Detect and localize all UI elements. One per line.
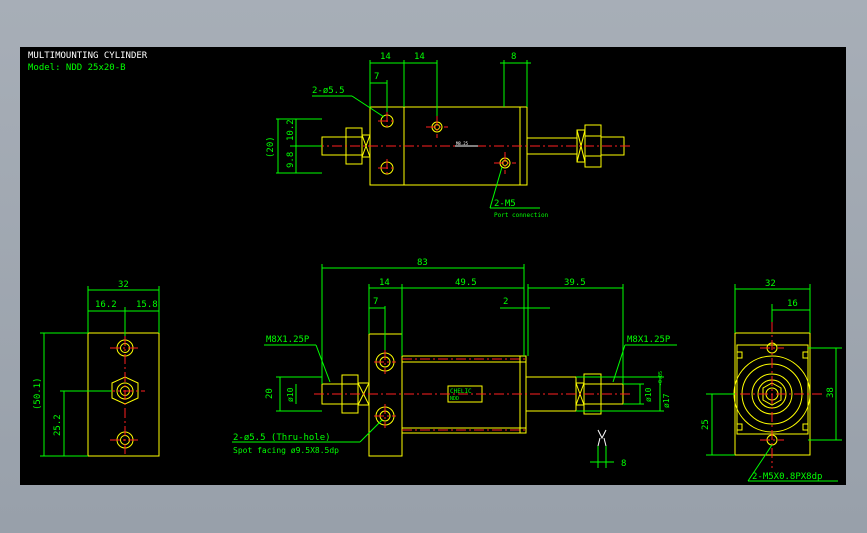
cad-canvas: MULTIMOUNTING CYLINDER Model: NDD 25x20-… [20, 47, 846, 485]
front-dim-14: 14 [379, 278, 390, 288]
front-spot-label: Spot facing ø9.5X8.5dp [233, 446, 339, 455]
front-dim-17-tol: -0.05 [658, 371, 664, 386]
side-dim-25-2: 25.2 [53, 414, 63, 436]
front-dim-49-5: 49.5 [455, 278, 477, 288]
top-ports-label: 2-M5 [494, 199, 516, 209]
front-dim-7: 7 [373, 297, 378, 307]
side-dim-50-1: (50.1) [33, 377, 43, 410]
top-dim-14b: 14 [414, 52, 425, 62]
front-view: CHELIC NDD 83 14 49.5 39.5 7 2 20 ø10 ø1… [232, 258, 677, 469]
end-taps-label: 2-M5X0.8PX8dp [752, 472, 822, 482]
side-dim-32: 32 [118, 280, 129, 290]
top-dim-20: (20) [266, 136, 276, 158]
top-tiny-label: M8.25 [456, 141, 469, 146]
top-holes-label: 2-ø5.5 [312, 86, 345, 96]
top-view: M8.25 14 14 8 7 (20) 10.2 9.8 2-ø5.5 2-M… [266, 52, 632, 219]
cad-drawing: MULTIMOUNTING CYLINDER Model: NDD 25x20-… [28, 51, 842, 482]
front-dim-10-right: ø10 [644, 387, 653, 402]
top-dim-7: 7 [374, 72, 379, 82]
front-holes-label: 2-ø5.5 (Thru-hole) [233, 433, 331, 443]
front-dim-39-5: 39.5 [564, 278, 586, 288]
end-view: 32 16 38 25 2-M5X0.8PX8dp [701, 279, 842, 482]
top-dim-10-2: 10.2 [286, 119, 296, 141]
front-dim-17: ø17 [662, 393, 671, 408]
front-dim-83: 83 [417, 258, 428, 268]
title-line-1: MULTIMOUNTING CYLINDER [28, 51, 148, 61]
front-dim-20: 20 [265, 388, 275, 399]
front-thread-right: M8X1.25P [627, 335, 671, 345]
front-logo-2: NDD [450, 396, 459, 402]
side-view-body [87, 332, 160, 457]
end-dim-16: 16 [787, 299, 798, 309]
side-dim-16-2: 16.2 [95, 300, 117, 310]
front-dim-10-left: ø10 [286, 387, 295, 402]
front-dim-2: 2 [503, 297, 508, 307]
side-view: 32 16.2 15.8 (50.1) 25.2 [33, 280, 160, 457]
title-line-2: Model: NDD 25x20-B [28, 63, 126, 73]
end-dim-38: 38 [826, 387, 836, 398]
side-dim-15-8: 15.8 [136, 300, 158, 310]
top-dim-8: 8 [511, 52, 516, 62]
front-dim-8: 8 [621, 459, 626, 469]
end-dim-25: 25 [701, 419, 711, 430]
front-thread-left: M8X1.25P [266, 335, 310, 345]
top-dim-9-8: 9.8 [286, 152, 296, 168]
top-dim-14a: 14 [380, 52, 391, 62]
window-frame: MULTIMOUNTING CYLINDER Model: NDD 25x20-… [0, 0, 867, 533]
end-dim-32: 32 [765, 279, 776, 289]
top-ports-note: Port connection [494, 212, 549, 219]
